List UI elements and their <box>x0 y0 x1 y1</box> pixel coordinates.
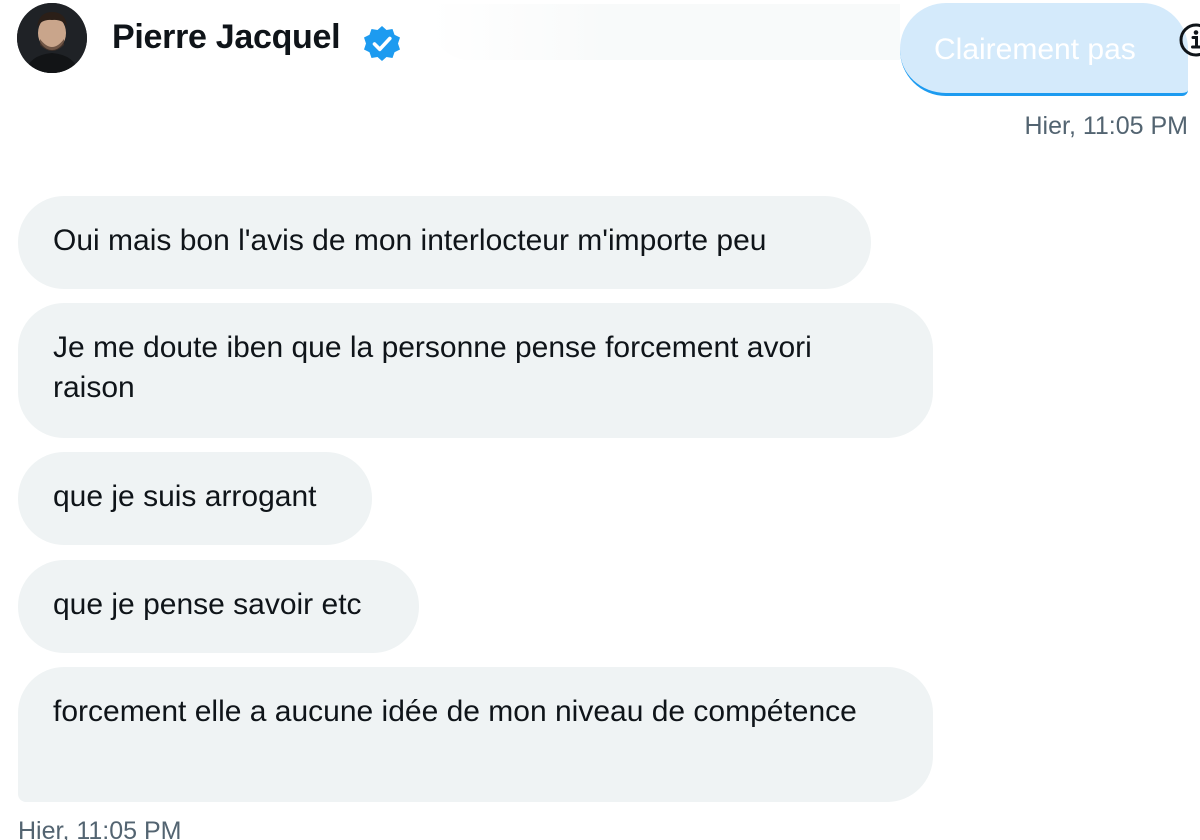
received-message-bubble[interactable]: que je pense savoir etc <box>18 560 419 653</box>
dm-conversation: Pierre Jacquel Clairement pas Hier, 11:0… <box>0 0 1200 840</box>
received-message-bubble[interactable]: Je me doute iben que la personne pense f… <box>18 303 933 438</box>
contact-name[interactable]: Pierre Jacquel <box>112 15 341 59</box>
received-timestamp: Hier, 11:05 PM <box>18 817 182 840</box>
received-message-bubble[interactable]: forcement elle a aucune idée de mon nive… <box>18 667 933 802</box>
received-message-bubble[interactable]: Oui mais bon l'avis de mon interlocteur … <box>18 196 871 289</box>
avatar[interactable] <box>17 3 87 73</box>
verified-badge-icon <box>364 26 400 61</box>
received-message-bubble[interactable]: que je suis arrogant <box>18 452 372 545</box>
sent-timestamp: Hier, 11:05 PM <box>1024 112 1188 140</box>
sent-message-text: Clairement pas <box>934 33 1136 66</box>
header-fade <box>430 4 900 60</box>
info-icon[interactable] <box>1176 20 1200 60</box>
